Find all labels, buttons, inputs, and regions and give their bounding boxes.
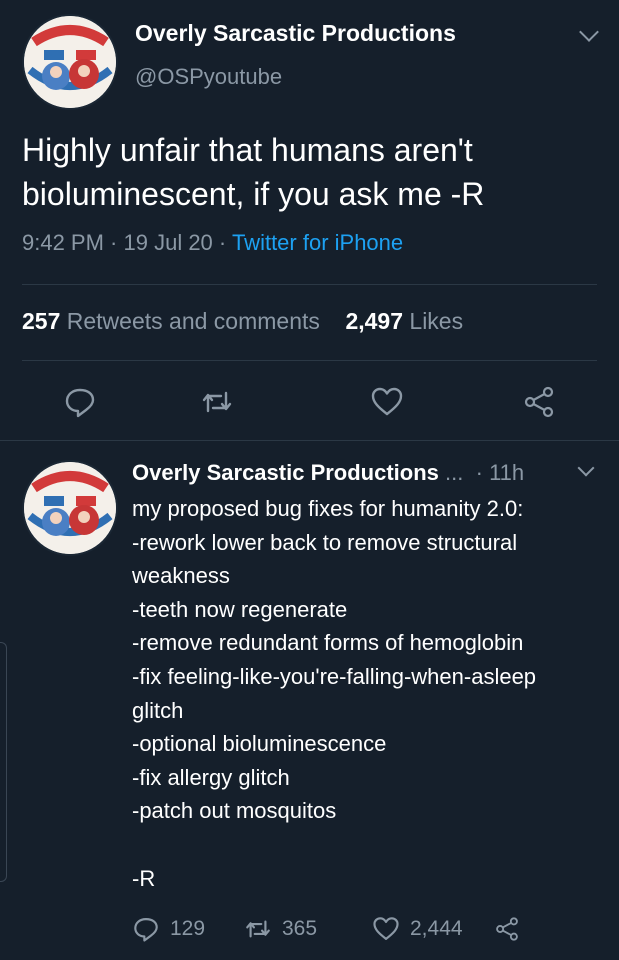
likes-label[interactable]: Likes	[409, 308, 463, 334]
retweets-label[interactable]: Retweets and comments	[67, 308, 320, 334]
chevron-down-icon[interactable]	[577, 459, 595, 477]
heart-icon	[373, 917, 399, 940]
share-button[interactable]	[522, 385, 556, 419]
tweet-source-link[interactable]: Twitter for iPhone	[232, 230, 403, 255]
reply-text-line: weakness	[132, 563, 230, 589]
reply-text-line: -remove redundant forms of hemoglobin	[132, 630, 524, 656]
tweet-date: 19 Jul 20	[123, 230, 213, 255]
reply-tweet-avatar[interactable]	[22, 460, 118, 556]
retweet-icon	[246, 920, 270, 938]
reply-header: Overly Sarcastic Productions ... · 11h	[132, 460, 524, 486]
side-scroll-edge	[0, 642, 7, 882]
reply-icon	[134, 918, 158, 942]
main-author-handle[interactable]: @OSPyoutube	[135, 64, 282, 90]
reply-time[interactable]: 11h	[489, 460, 524, 485]
reply-icon	[65, 388, 95, 418]
tweet-time: 9:42 PM	[22, 230, 104, 255]
main-tweet-avatar[interactable]	[22, 14, 118, 110]
retweet-count: 365	[282, 917, 318, 940]
retweet-icon	[202, 391, 232, 413]
meta-separator: ·	[103, 230, 124, 255]
reply-text-line: -patch out mosquitos	[132, 798, 337, 824]
tweet-meta: 9:42 PM · 19 Jul 20 · Twitter for iPhone	[22, 230, 403, 256]
reply-blank-line	[132, 828, 607, 862]
reply-tweet-text: my proposed bug fixes for humanity 2.0: …	[132, 492, 607, 895]
reply-count: 129	[170, 917, 206, 940]
retweet-button[interactable]	[200, 385, 234, 419]
reply-retweet-button[interactable]: 365	[244, 912, 317, 946]
meta-separator: ·	[212, 230, 232, 255]
reply-like-button[interactable]: 2,444	[372, 912, 463, 946]
reply-time-separator: ·	[475, 460, 483, 485]
reply-text-line: -rework lower back to remove structural	[132, 529, 518, 555]
likes-count[interactable]: 2,497	[345, 308, 403, 334]
like-count: 2,444	[410, 917, 463, 940]
main-author-name[interactable]: Overly Sarcastic Productions	[135, 20, 456, 47]
like-button[interactable]	[370, 385, 404, 419]
chevron-down-icon[interactable]	[579, 22, 599, 42]
reply-name-ellipsis: ...	[445, 460, 464, 485]
reply-text-line: -fix feeling-like-you're-falling-when-as…	[132, 663, 537, 689]
reply-text-line: glitch	[132, 697, 184, 723]
reply-text-line: -fix allergy glitch	[132, 764, 290, 790]
share-icon	[524, 386, 554, 418]
reply-text-line: -optional bioluminescence	[132, 731, 387, 757]
screen: Overly Sarcastic Productions @OSPyoutube…	[0, 0, 619, 960]
divider	[22, 360, 597, 361]
share-icon	[496, 917, 518, 941]
reply-text-line: -R	[132, 865, 156, 891]
reply-share-button[interactable]	[494, 912, 530, 946]
reply-text-line: -teeth now regenerate	[132, 596, 348, 622]
reply-author-name[interactable]: Overly Sarcastic Productions	[132, 460, 439, 485]
tweet-stats: 257 Retweets and comments 2,497 Likes	[22, 308, 463, 335]
reply-text-line: my proposed bug fixes for humanity 2.0:	[132, 496, 524, 521]
heart-icon	[371, 387, 403, 416]
main-tweet-text: Highly unfair that humans aren't biolumi…	[22, 132, 485, 212]
divider	[22, 284, 597, 285]
divider	[0, 440, 619, 441]
reply-button[interactable]	[63, 385, 97, 419]
retweets-count[interactable]: 257	[22, 308, 60, 334]
reply-reply-button[interactable]: 129	[132, 912, 205, 946]
channel-logo-icon	[24, 462, 116, 554]
channel-logo-icon	[24, 16, 116, 108]
